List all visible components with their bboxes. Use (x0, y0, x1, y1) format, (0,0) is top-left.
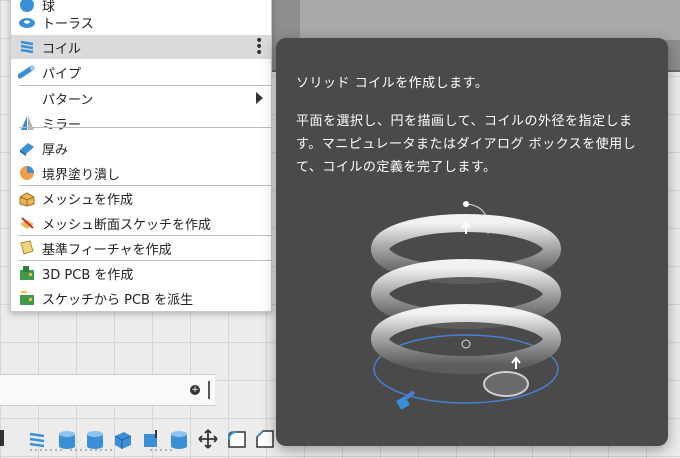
add-icon[interactable]: + (190, 385, 200, 395)
derive-pcb-icon (18, 289, 36, 307)
menu-item-base-feature[interactable]: 基準フィーチャを作成 (11, 236, 271, 260)
3d-pcb-icon (18, 264, 36, 282)
thicken-icon (18, 139, 36, 157)
toolbar-divider (0, 430, 4, 446)
menu-item-boundary-fill[interactable]: 境界塗り潰し (11, 161, 271, 185)
model-body-top (300, 0, 680, 40)
menu-item-coil[interactable]: コイル • • • (11, 34, 271, 60)
toolbar-dropdown-indicators (30, 449, 172, 451)
menu-item-create-mesh[interactable]: メッシュを作成 (11, 186, 271, 210)
torus-icon (18, 13, 36, 31)
boundary-fill-icon (18, 164, 36, 182)
menu-item-mesh-section-sketch[interactable]: メッシュ断面スケッチを作成 (11, 211, 271, 235)
submenu-arrow-icon (256, 92, 263, 104)
base-feature-icon (18, 239, 36, 257)
menu-item-thicken[interactable]: 厚み (11, 136, 271, 160)
menu-item-torus[interactable]: トーラス (11, 10, 271, 34)
coil-icon (18, 38, 36, 56)
tooltip-title: ソリッド コイルを作成します。 (296, 76, 489, 91)
menu-item-3d-pcb[interactable]: 3D PCB を作成 (11, 261, 271, 285)
pipe-icon (17, 63, 36, 81)
command-tooltip: ソリッド コイルを作成します。 平面を選択し、円を描画して、コイルの外径を指定し… (276, 38, 668, 446)
mirror-icon (18, 114, 36, 132)
menu-separator (19, 127, 271, 128)
coil-illustration (371, 201, 561, 410)
menu-item-derive-pcb[interactable]: スケッチから PCB を派生 (11, 286, 271, 310)
browser-panel: + (0, 374, 215, 406)
panel-resize-handle[interactable] (208, 381, 210, 399)
menu-item-mirror[interactable]: ミラー (11, 111, 271, 135)
create-menu: 球 トーラス コイル • • • パイプ パターン ミラー 厚み 境界塗り潰し … (10, 0, 272, 312)
menu-item-pipe[interactable]: パイプ (11, 60, 271, 84)
menu-item-pattern[interactable]: パターン (11, 86, 271, 110)
more-options-icon[interactable]: • • • (255, 34, 263, 60)
create-mesh-icon (18, 189, 36, 207)
mesh-section-sketch-icon (18, 214, 36, 232)
tooltip-description: 平面を選択し、円を描画して、コイルの外径を指定します。マニピュレータまたはダイア… (296, 114, 637, 175)
